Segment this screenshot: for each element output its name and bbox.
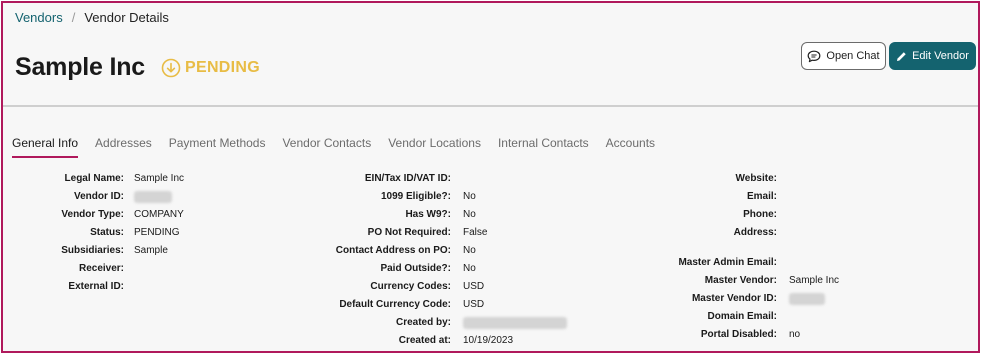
tab-accounts[interactable]: Accounts	[606, 136, 655, 158]
field-portal-disabled: Portal Disabled: no	[3, 329, 800, 347]
status-badge: PENDING	[161, 58, 260, 78]
field-phone: Phone:	[3, 209, 777, 227]
edit-vendor-label: Edit Vendor	[912, 50, 969, 62]
field-label: Master Admin Email:	[678, 257, 777, 268]
field-domain-email: Domain Email:	[3, 311, 777, 329]
field-label: Phone:	[743, 209, 777, 220]
title-row: Sample Inc PENDING	[15, 53, 260, 82]
field-address: Address:	[3, 227, 777, 257]
field-label: Address:	[733, 227, 777, 238]
general-info-column-3: Website: Email: Phone: Address: Master A…	[3, 173, 839, 347]
open-chat-label: Open Chat	[826, 50, 880, 62]
field-label: Website:	[735, 173, 778, 184]
breadcrumb: Vendors / Vendor Details	[15, 10, 169, 25]
field-email: Email:	[3, 191, 777, 209]
tab-internal-contacts[interactable]: Internal Contacts	[498, 136, 589, 158]
field-label: Master Vendor ID:	[691, 293, 777, 304]
field-value: no	[789, 329, 801, 340]
field-label: Master Vendor:	[704, 275, 777, 286]
chat-bubble-icon	[807, 50, 821, 63]
pencil-icon	[896, 51, 907, 62]
tab-addresses[interactable]: Addresses	[95, 136, 152, 158]
tab-vendor-locations[interactable]: Vendor Locations	[388, 136, 481, 158]
status-text: PENDING	[185, 58, 260, 76]
tab-bar: General Info Addresses Payment Methods V…	[12, 136, 672, 158]
field-label: Email:	[746, 191, 777, 202]
breadcrumb-separator: /	[71, 10, 76, 25]
field-master-admin-email: Master Admin Email:	[3, 257, 777, 275]
header-divider	[3, 105, 978, 107]
tab-general-info[interactable]: General Info	[12, 136, 79, 158]
field-website: Website:	[3, 173, 778, 191]
vendor-details-page: Vendors / Vendor Details Sample Inc PEND…	[1, 1, 980, 353]
breadcrumb-vendors-link[interactable]: Vendors	[15, 10, 63, 25]
redacted-value	[789, 293, 825, 308]
tab-payment-methods[interactable]: Payment Methods	[169, 136, 266, 158]
field-master-vendor: Master Vendor: Sample Inc	[3, 275, 839, 293]
field-label: Domain Email:	[707, 311, 777, 322]
open-chat-button[interactable]: Open Chat	[801, 42, 886, 70]
field-value: Sample Inc	[789, 275, 840, 286]
page-title: Sample Inc	[15, 53, 145, 81]
breadcrumb-current: Vendor Details	[84, 10, 169, 25]
edit-vendor-button[interactable]: Edit Vendor	[889, 42, 976, 70]
pending-circle-arrow-icon	[161, 58, 181, 78]
field-label: Portal Disabled:	[700, 329, 777, 340]
tab-vendor-contacts[interactable]: Vendor Contacts	[282, 136, 371, 158]
field-master-vendor-id: Master Vendor ID:	[3, 293, 825, 311]
